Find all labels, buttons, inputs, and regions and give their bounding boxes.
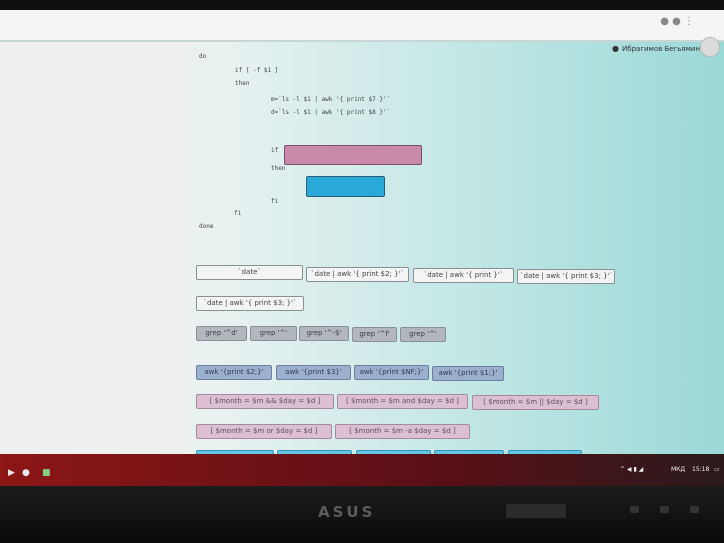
monitor-brand-logo: ASUS [318, 503, 376, 521]
language-indicator[interactable]: МКД [671, 466, 685, 473]
drag-tile[interactable]: grep '^-$' [299, 326, 349, 341]
drag-tile[interactable]: [ $month = $m || $day = $d ] [472, 395, 599, 410]
drop-slot-condition[interactable] [284, 145, 422, 165]
monitor-button[interactable] [630, 506, 639, 513]
drag-tile[interactable]: `date | awk '{ print }'` [413, 268, 514, 283]
drop-slot-action[interactable] [306, 176, 385, 197]
drag-tile[interactable]: [ $month = $m and $day = $d ] [337, 394, 468, 409]
browser-topbar: ● ● ⋮ [0, 10, 724, 40]
monitor-button[interactable] [690, 506, 699, 513]
drag-tile[interactable]: `date | awk '{ print $3; }'` [196, 296, 304, 311]
drag-tile[interactable]: `date | awk '{ print $3; }'` [517, 269, 615, 284]
taskbar: ▶ ● ■ ^ ◀ ▮ ◢ МКД 15:18 ▭ [0, 454, 724, 486]
notification-icon[interactable]: ▭ [714, 466, 720, 473]
code-line-then: then [235, 80, 250, 87]
tray-icons[interactable]: ^ ◀ ▮ ◢ [620, 466, 643, 473]
user-menu[interactable]: ● Ибрагимов Бегьямин [612, 44, 700, 53]
code-line-do: do [199, 53, 207, 60]
person-icon: ● [612, 44, 620, 53]
drag-tile[interactable]: [ $month = $m && $day = $d ] [196, 394, 334, 409]
code-line-if: if [ -f $1 ] [235, 67, 279, 74]
code-line-d: d=`ls -l $1 | awk '{ print $8 }'` [271, 109, 391, 116]
drag-tile[interactable]: [ $month = $m -a $day = $d ] [335, 424, 470, 439]
drag-tile[interactable]: grep '^d' [196, 326, 247, 341]
code-line-fi: fi [234, 210, 242, 217]
drag-tile[interactable]: `date | awk '{ print $2; }'` [306, 267, 409, 282]
drag-tile[interactable]: awk '{print $3}' [276, 365, 351, 380]
screen: ● ● ⋮ ● Ибрагимов Бегьямин do if [ -f $1 … [0, 10, 724, 464]
code-line-m: m=`ls -l $1 | awk '{ print $7 }'` [271, 96, 391, 103]
drag-tile[interactable]: [ $month = $m or $day = $d ] [196, 424, 332, 439]
clock[interactable]: 15:18 [692, 466, 709, 473]
avatar[interactable] [700, 37, 720, 57]
app-icon[interactable]: ■ [42, 468, 51, 478]
code-line-done: done [199, 223, 214, 230]
left-panel [0, 42, 190, 464]
drag-tile[interactable]: grep '^' [400, 327, 446, 342]
drag-tile[interactable]: awk '{print $1;}' [432, 366, 504, 381]
drag-tile[interactable]: `date` [196, 265, 303, 280]
code-line-inner-then: then [271, 165, 286, 172]
monitor-button[interactable] [660, 506, 669, 513]
monitor-sticker [506, 504, 566, 518]
topbar-divider [0, 40, 724, 42]
drag-tile[interactable]: grep '^' [250, 326, 297, 341]
drag-tile[interactable]: grep '^f' [352, 327, 397, 342]
window-controls-icon[interactable]: ● ● ⋮ [660, 16, 694, 27]
app-icon[interactable]: ● [22, 468, 30, 478]
start-icon[interactable]: ▶ [8, 468, 15, 478]
code-line-inner-fi: fi [271, 198, 279, 205]
user-name: Ибрагимов Бегьямин [622, 45, 700, 53]
drag-tile[interactable]: awk '{print $NF;}' [354, 365, 429, 380]
code-line-inner-if: if [271, 147, 279, 154]
monitor-top-bezel [0, 0, 724, 10]
drag-tile[interactable]: awk '{print $2;}' [196, 365, 272, 380]
